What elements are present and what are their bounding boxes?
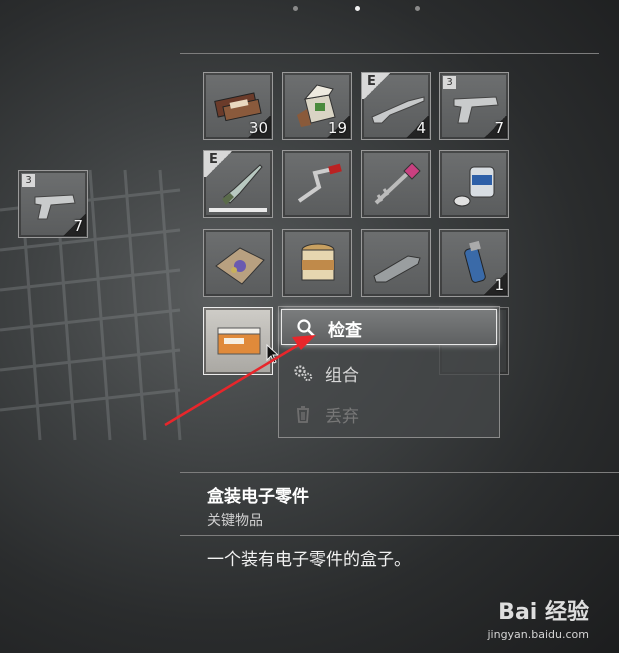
- baidu-jingyan-watermark: Bai 经验 jingyan.baidu.com: [487, 594, 589, 641]
- inventory-slot[interactable]: [361, 150, 431, 218]
- inventory-slot[interactable]: E: [203, 150, 273, 218]
- inventory-slot[interactable]: [361, 229, 431, 297]
- inventory-slot[interactable]: E 4: [361, 72, 431, 140]
- menu-item-combine[interactable]: 组合: [279, 355, 497, 391]
- inventory-slot[interactable]: [282, 229, 352, 297]
- item-quantity: 7: [73, 217, 83, 235]
- divider: [180, 535, 619, 536]
- knife-icon: [222, 164, 263, 205]
- inventory-slot[interactable]: [282, 150, 352, 218]
- gears-icon: [294, 365, 313, 382]
- item-quantity: 1: [494, 276, 504, 294]
- crank-handle-icon: [297, 163, 342, 203]
- equipped-weapon-slot[interactable]: 3 7: [18, 170, 88, 238]
- inventory-slot[interactable]: [203, 229, 273, 297]
- inventory-slot[interactable]: 3 7: [439, 72, 509, 140]
- page-dot-active[interactable]: [355, 6, 360, 11]
- inventory-slot[interactable]: 1: [439, 229, 509, 297]
- electronic-parts-box-icon: [217, 327, 261, 355]
- inventory-slot-selected[interactable]: [203, 307, 273, 375]
- page-dot[interactable]: [293, 6, 298, 11]
- herb-pouch-icon: [215, 247, 265, 285]
- divider: [180, 472, 619, 473]
- item-quantity: 4: [416, 119, 426, 137]
- item-quantity: 19: [327, 119, 347, 137]
- durability-bar: [209, 208, 267, 212]
- item-category: 关键物品: [207, 513, 263, 529]
- jar-icon: [301, 243, 335, 281]
- divider: [180, 53, 599, 54]
- search-icon: [297, 319, 315, 337]
- menu-item-label: 丢弃: [325, 407, 359, 427]
- menu-item-inspect[interactable]: 检查: [281, 309, 497, 345]
- inventory-slot[interactable]: 19: [282, 72, 352, 140]
- ornate-key-icon: [374, 162, 421, 205]
- menu-item-label: 组合: [325, 366, 359, 386]
- item-context-menu: 检查 组合 丢弃: [278, 306, 500, 438]
- watermark-url: jingyan.baidu.com: [487, 628, 589, 641]
- item-name: 盒装电子零件: [207, 487, 309, 507]
- menu-item-label: 检查: [328, 321, 362, 341]
- chemical-fluid-icon: [453, 166, 495, 207]
- menu-item-discard[interactable]: 丢弃: [279, 396, 497, 432]
- watermark-logo: Bai 经验: [498, 600, 589, 625]
- item-description: 一个装有电子零件的盒子。: [207, 550, 411, 570]
- metal-part-icon: [373, 255, 421, 283]
- item-quantity: 30: [248, 119, 268, 137]
- inventory-slot[interactable]: [439, 150, 509, 218]
- trash-icon: [297, 406, 309, 423]
- page-dot[interactable]: [415, 6, 420, 11]
- item-quantity: 7: [494, 119, 504, 137]
- page-indicator: [0, 6, 619, 12]
- inventory-slot[interactable]: 30: [203, 72, 273, 140]
